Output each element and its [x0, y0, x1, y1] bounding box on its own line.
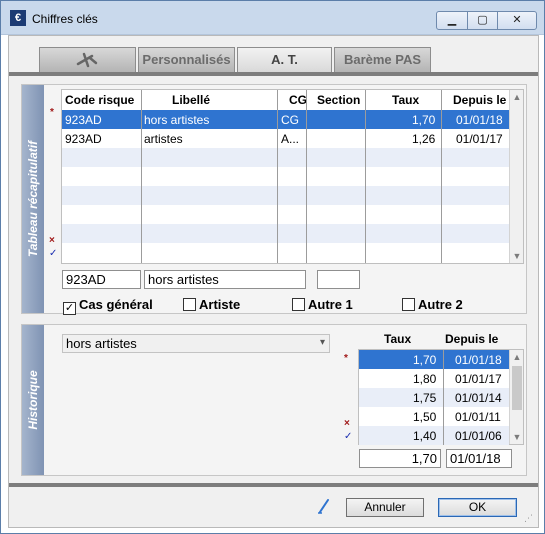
history-row[interactable]: 1,40 01/01/06	[359, 426, 509, 445]
title-bar: € Chiffres clés ▁ ▢ ✕	[1, 1, 544, 35]
col-taux[interactable]: Taux	[384, 332, 411, 346]
artiste-checkbox[interactable]: Artiste	[183, 297, 240, 312]
euro-app-icon: €	[10, 10, 26, 26]
history-section: Historique hors artistes ▾ * × ✓ Taux De…	[21, 324, 527, 476]
history-depuis-field[interactable]: 01/01/18	[446, 449, 512, 468]
history-row[interactable]: 1,50 01/01/11	[359, 407, 509, 426]
column-divider	[141, 90, 142, 263]
table-header: Code risque Libellé CG Section Taux Depu…	[62, 90, 511, 110]
history-taux-field[interactable]: 1,70	[359, 449, 441, 468]
column-divider	[306, 90, 307, 263]
summary-side-label: Tableau récapitulatif	[22, 85, 44, 313]
history-header: Taux Depuis le	[358, 329, 524, 349]
summary-table[interactable]: Code risque Libellé CG Section Taux Depu…	[61, 89, 524, 264]
chevron-down-icon: ▾	[319, 337, 325, 348]
col-depuis-le[interactable]: Depuis le	[453, 93, 506, 107]
empty-row	[62, 167, 523, 186]
column-divider	[443, 350, 444, 445]
column-divider	[365, 90, 366, 263]
checkbox-empty-icon	[183, 298, 196, 311]
delete-row-icon[interactable]: ×	[49, 235, 55, 246]
table-row[interactable]: 923AD hors artistes CG 1,70 01/01/18	[62, 110, 523, 129]
empty-row	[62, 148, 523, 167]
empty-row	[62, 243, 523, 262]
minimize-button[interactable]: ▁	[436, 11, 468, 30]
code-risque-field[interactable]: 923AD	[62, 270, 141, 289]
history-select[interactable]: hors artistes ▾	[62, 334, 330, 353]
tab-at[interactable]: A. T.	[237, 47, 332, 72]
checkbox-empty-icon	[402, 298, 415, 311]
history-scrollbar[interactable]: ▲ ▼	[509, 350, 523, 444]
col-taux[interactable]: Taux	[392, 93, 419, 107]
dialog-window: € Chiffres clés ▁ ▢ ✕ Personnalisés A. T…	[0, 0, 545, 534]
table-row[interactable]: 923AD artistes A... 1,26 01/01/17	[62, 129, 523, 148]
col-cg[interactable]: CG	[289, 93, 307, 107]
client-area: Personnalisés A. T. Barème PAS Tableau r…	[8, 35, 539, 528]
window-title: Chiffres clés	[32, 12, 98, 26]
column-divider	[441, 90, 442, 263]
tab-personnalises[interactable]: Personnalisés	[138, 47, 235, 72]
history-row[interactable]: 1,70 01/01/18	[359, 350, 509, 369]
scroll-up-arrow-icon[interactable]: ▲	[512, 352, 522, 362]
ok-button[interactable]: OK	[438, 498, 517, 517]
tab-tool[interactable]	[39, 47, 136, 72]
empty-row	[62, 186, 523, 205]
tab-divider	[9, 72, 538, 76]
history-table[interactable]: Taux Depuis le 1,70 01/01/18 1,80 01/01/…	[358, 329, 524, 445]
tab-bar: Personnalisés A. T. Barème PAS	[9, 36, 538, 76]
empty-row	[62, 205, 523, 224]
col-section[interactable]: Section	[317, 93, 360, 107]
new-row-star-icon[interactable]: *	[50, 107, 54, 118]
checkbox-empty-icon	[292, 298, 305, 311]
column-divider	[277, 90, 278, 263]
scroll-up-arrow-icon[interactable]: ▲	[512, 92, 522, 102]
libelle-field[interactable]: hors artistes	[144, 270, 306, 289]
validate-row-icon[interactable]: ✓	[49, 248, 57, 259]
col-code-risque[interactable]: Code risque	[65, 93, 134, 107]
scroll-down-arrow-icon[interactable]: ▼	[512, 432, 522, 442]
history-validate-icon[interactable]: ✓	[344, 431, 352, 442]
pen-icon[interactable]	[317, 498, 331, 514]
empty-row	[62, 224, 523, 243]
col-depuis-le[interactable]: Depuis le	[445, 332, 498, 346]
summary-scrollbar[interactable]: ▲ ▼	[509, 90, 523, 263]
footer-divider	[9, 483, 538, 487]
history-side-label: Historique	[22, 325, 44, 475]
cg-field[interactable]	[317, 270, 360, 289]
history-delete-icon[interactable]: ×	[344, 418, 350, 429]
scroll-down-arrow-icon[interactable]: ▼	[512, 251, 522, 261]
autre-1-checkbox[interactable]: Autre 1	[292, 297, 353, 312]
history-row[interactable]: 1,75 01/01/14	[359, 388, 509, 407]
history-new-star-icon[interactable]: *	[344, 353, 348, 364]
history-row[interactable]: 1,80 01/01/17	[359, 369, 509, 388]
history-body: 1,70 01/01/18 1,80 01/01/17 1,75 01/01/1…	[358, 349, 524, 445]
cancel-button[interactable]: Annuler	[346, 498, 424, 517]
checkbox-checked-icon: ✓	[63, 302, 76, 315]
resize-grip-icon[interactable]: ⋰	[524, 513, 536, 525]
close-button[interactable]: ✕	[497, 11, 537, 30]
pen-tool-icon	[76, 52, 97, 68]
tab-bareme-pas[interactable]: Barème PAS	[334, 47, 431, 72]
maximize-button[interactable]: ▢	[467, 11, 498, 30]
autre-2-checkbox[interactable]: Autre 2	[402, 297, 463, 312]
col-libelle[interactable]: Libellé	[172, 93, 210, 107]
cas-general-checkbox[interactable]: ✓ Cas général	[63, 297, 153, 315]
summary-section: Tableau récapitulatif * × ✓ Code risque …	[21, 84, 527, 315]
scroll-thumb[interactable]	[512, 366, 522, 410]
